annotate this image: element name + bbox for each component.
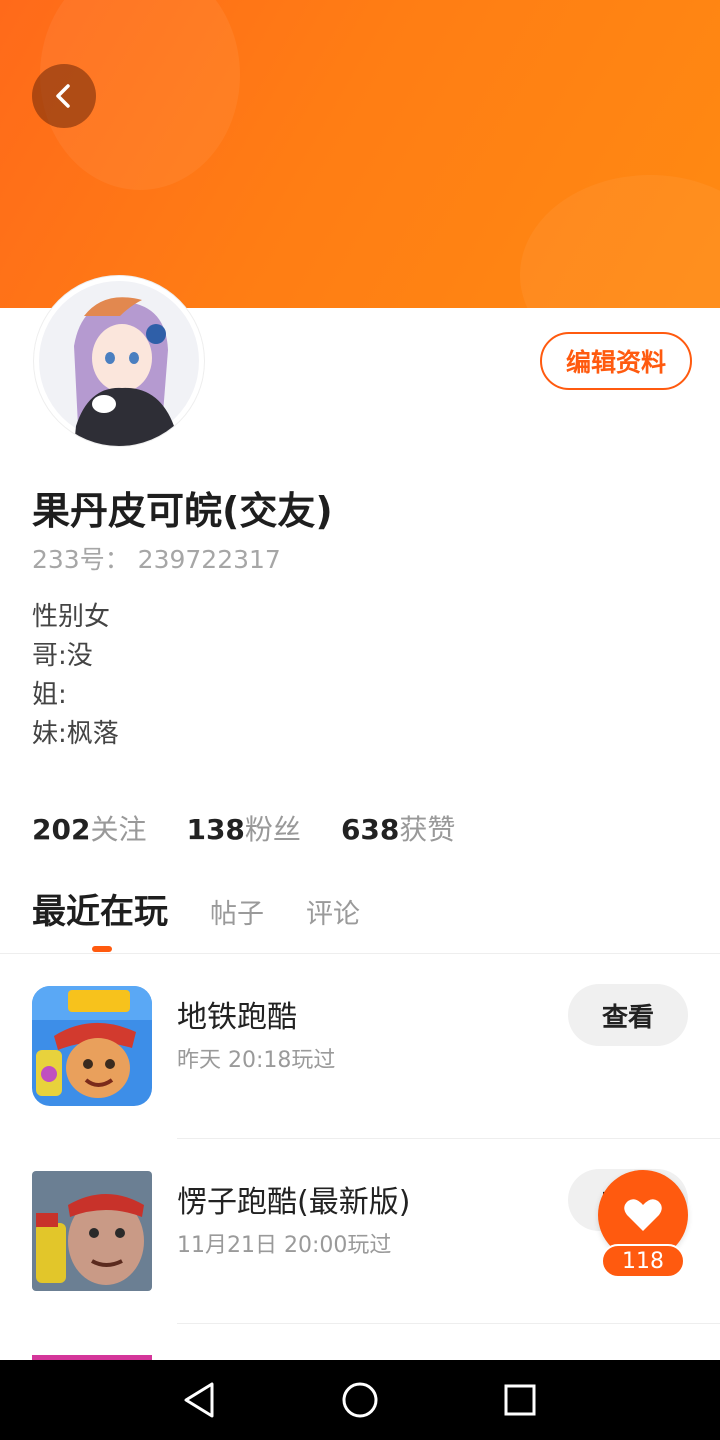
stat-number: 138 <box>186 813 245 846</box>
back-button[interactable] <box>32 64 96 128</box>
bio-line: 哥:没 <box>32 641 93 671</box>
home-circle-icon <box>342 1382 378 1418</box>
avatar[interactable] <box>34 276 204 446</box>
nav-back-button[interactable] <box>178 1378 222 1422</box>
like-count-badge: 118 <box>601 1244 685 1278</box>
heart-icon <box>624 1199 662 1231</box>
runner-game-icon <box>32 1171 152 1291</box>
stat-label: 粉丝 <box>244 813 301 846</box>
bio: 性别女 哥:没 姐: 妹:枫落 <box>32 598 119 754</box>
profile-banner <box>0 0 720 308</box>
active-tab-indicator <box>92 946 112 952</box>
last-played-time: 昨天 20:18玩过 <box>177 1048 336 1073</box>
nav-home-button[interactable] <box>338 1378 382 1422</box>
stat-number: 638 <box>340 813 400 846</box>
bio-line: 姐: <box>32 680 67 710</box>
username: 果丹皮可皖(交友) <box>32 489 333 533</box>
edit-profile-button[interactable]: 编辑资料 <box>540 332 692 390</box>
game-name: 愣子跑酷(最新版) <box>177 1185 411 1220</box>
edit-profile-label: 编辑资料 <box>565 348 666 377</box>
tab-recently-played[interactable]: 最近在玩 <box>32 884 168 933</box>
stat-following[interactable]: 202关注 <box>32 808 146 848</box>
game-name: 地铁跑酷 <box>177 1000 297 1035</box>
stat-followers[interactable]: 138粉丝 <box>186 808 300 848</box>
nav-recents-button[interactable] <box>498 1378 542 1422</box>
back-triangle-icon <box>184 1382 214 1418</box>
stat-likes[interactable]: 638获赞 <box>341 808 455 848</box>
recents-square-icon <box>504 1384 536 1416</box>
bio-line: 性别女 <box>32 602 111 632</box>
user-id: 233号： 239722317 <box>32 545 281 574</box>
last-played-time: 11月21日 20:00玩过 <box>177 1233 392 1258</box>
bio-line: 妹:枫落 <box>32 719 119 749</box>
view-button-label: 查看 <box>601 1002 654 1033</box>
tab-comments[interactable]: 评论 <box>306 892 360 931</box>
stat-label: 关注 <box>90 813 147 846</box>
stats-bar: 202关注 138粉丝 638获赞 <box>32 808 495 848</box>
avatar-image <box>39 281 199 446</box>
divider <box>177 1323 720 1324</box>
profile-tabs: 最近在玩 帖子 评论 <box>32 884 402 933</box>
stat-label: 获赞 <box>399 813 456 846</box>
chevron-left-icon <box>56 84 70 108</box>
banner-decoration <box>520 175 720 308</box>
list-item[interactable]: 地铁跑酷 昨天 20:18玩过 查看 <box>0 954 720 1139</box>
system-nav-bar <box>0 1360 720 1440</box>
view-button[interactable]: 查看 <box>568 984 688 1046</box>
tab-posts[interactable]: 帖子 <box>210 892 264 931</box>
stat-number: 202 <box>32 813 91 846</box>
subway-surfers-icon <box>32 986 152 1106</box>
